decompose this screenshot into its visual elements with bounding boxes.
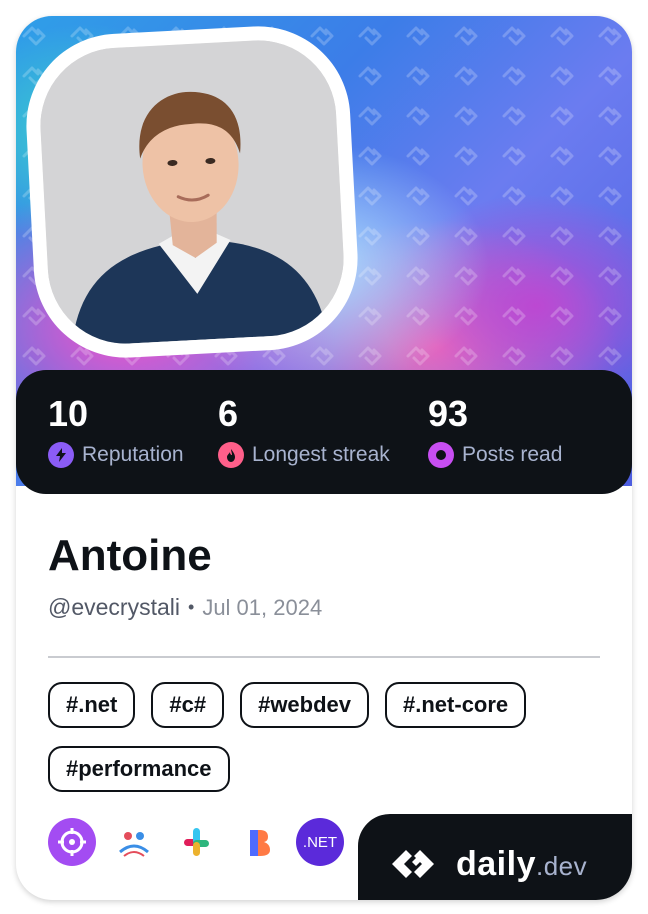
crosshair-icon[interactable] <box>48 818 96 866</box>
brand-tld: .dev <box>535 850 588 881</box>
tag-net[interactable]: #.net <box>48 682 136 728</box>
tag-list: #.net #c# #webdev #.net-core #performanc… <box>48 682 608 792</box>
stats-bar: 10 Reputation 6 Longest streak 93 Posts … <box>16 370 632 494</box>
eye-ring-icon <box>428 442 454 468</box>
tag-csharp[interactable]: #c# <box>151 682 225 728</box>
slack-logo-icon[interactable] <box>172 818 220 866</box>
flame-icon <box>218 442 244 468</box>
brand-name: daily.dev <box>456 845 587 884</box>
dotnet-logo-icon[interactable]: .NET <box>296 818 344 866</box>
avatar-frame <box>21 21 363 363</box>
brand-name-main: daily <box>456 844 536 883</box>
brand-block: daily.dev <box>358 814 632 900</box>
stat-streak: 6 Longest streak <box>218 392 390 468</box>
tag-net-core[interactable]: #.net-core <box>385 682 527 728</box>
avatar-photo <box>36 36 348 348</box>
posts-value: 93 <box>428 393 469 434</box>
posts-label: Posts read <box>462 443 563 466</box>
b-logo-icon[interactable] <box>234 818 282 866</box>
separator-dot: • <box>188 597 195 617</box>
joined-date: Jul 01, 2024 <box>202 594 323 620</box>
stat-posts: 93 Posts read <box>428 392 562 468</box>
streak-value: 6 <box>218 393 239 434</box>
devcard: 10 Reputation 6 Longest streak 93 Posts … <box>16 16 632 900</box>
stat-reputation: 10 Reputation <box>48 392 184 468</box>
handle-row: @evecrystali • Jul 01, 2024 <box>48 594 322 621</box>
divider <box>48 656 600 658</box>
streak-label: Longest streak <box>252 443 390 466</box>
profile-name: Antoine <box>48 531 212 580</box>
avatar <box>36 36 348 348</box>
profile-handle: @evecrystali <box>48 594 180 620</box>
source-list: .NET <box>48 818 344 866</box>
tag-performance[interactable]: #performance <box>48 746 230 792</box>
reputation-label: Reputation <box>82 443 184 466</box>
dotnet-logo-text: .NET <box>302 833 338 851</box>
reputation-value: 10 <box>48 393 89 434</box>
tag-webdev[interactable]: #webdev <box>240 682 370 728</box>
daily-dev-logo-icon <box>392 850 434 878</box>
community-logo-icon[interactable] <box>110 818 158 866</box>
bolt-icon <box>48 442 74 468</box>
